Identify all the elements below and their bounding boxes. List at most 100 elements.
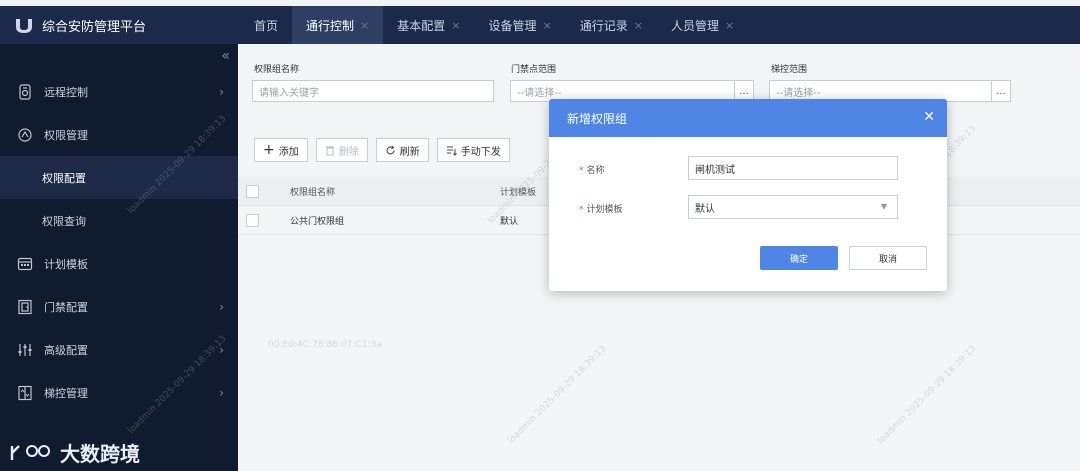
chevron-right-icon: › <box>219 342 224 357</box>
plus-icon: + <box>263 142 275 158</box>
more-icon[interactable]: ... <box>734 81 753 101</box>
brand-logo: 大数跨境 <box>10 438 140 467</box>
name-value: 闸机测试 <box>695 164 735 176</box>
trash-icon <box>325 146 334 155</box>
remote-control-icon <box>16 83 34 101</box>
close-icon[interactable]: × <box>634 19 643 32</box>
close-icon[interactable]: × <box>725 19 734 32</box>
delete-button[interactable]: 删除 <box>315 138 368 162</box>
tab-label: 人员管理 <box>670 18 719 33</box>
required-mark: * <box>579 205 584 215</box>
sidebar-item-label: 梯控管理 <box>44 386 88 400</box>
template-label-text: 计划模板 <box>586 205 623 215</box>
brand: 综合安防管理平台 <box>0 6 240 44</box>
collapse-icon[interactable]: « <box>221 48 230 64</box>
sidebar-item-elevator-management[interactable]: 梯控管理 › <box>0 371 238 414</box>
sidebar-item-permission-management[interactable]: 权限管理 <box>0 113 238 156</box>
sidebar-item-label: 权限配置 <box>42 171 86 185</box>
column-header-name: 权限组名称 <box>290 187 336 198</box>
sidebar-menu: 远程控制 › 权限管理 权限配置 权限查询 计划模板 门禁配置 › 高级配置 ›… <box>0 70 238 414</box>
close-icon[interactable]: × <box>543 19 552 32</box>
sidebar-item-remote-control[interactable]: 远程控制 › <box>0 70 238 113</box>
dialog-header: 新增权限组 ✕ <box>549 99 947 137</box>
logo-text: 大数跨境 <box>60 442 140 466</box>
tab-label: 首页 <box>254 18 279 33</box>
sidebar-item-door-config[interactable]: 门禁配置 › <box>0 285 238 328</box>
sidebar: « 远程控制 › 权限管理 权限配置 权限查询 计划模板 门禁配置 › 高级配置… <box>0 44 238 471</box>
column-header-template: 计划模板 <box>500 187 537 198</box>
brand-logo-icon <box>16 19 32 33</box>
sliders-icon <box>16 341 34 359</box>
tab-label: 通行记录 <box>579 18 628 33</box>
cancel-button[interactable]: 取消 <box>849 246 927 270</box>
app-title: 综合安防管理平台 <box>42 19 147 35</box>
permission-icon <box>16 126 34 144</box>
group-name-label: 权限组名称 <box>254 65 300 75</box>
row-checkbox[interactable] <box>246 213 259 227</box>
template-row: * 计划模板 默认 ▼ <box>549 195 947 221</box>
more-icon[interactable]: ... <box>991 81 1010 101</box>
sidebar-item-label: 远程控制 <box>44 85 88 99</box>
calendar-icon <box>16 255 34 273</box>
add-button[interactable]: + 添加 <box>254 138 308 162</box>
nav-tabs: 首页 通行控制 × 基本配置 × 设备管理 × 通行记录 × 人员管理 × <box>240 6 748 44</box>
template-label: * 计划模板 <box>579 202 623 215</box>
tab-home[interactable]: 首页 <box>240 6 292 44</box>
name-label: * 名称 <box>579 163 605 176</box>
tab-device-management[interactable]: 设备管理 × <box>474 6 565 44</box>
add-permission-group-dialog: 新增权限组 ✕ * 名称 闸机测试 * 计划模板 默认 ▼ 确定 取消 <box>549 99 947 291</box>
door-range-label: 门禁点范围 <box>511 65 557 75</box>
manual-issue-button[interactable]: 手动下发 <box>436 138 510 162</box>
sidebar-item-label: 高级配置 <box>44 343 88 357</box>
group-name-placeholder: 请输入关键字 <box>259 87 319 99</box>
select-all-checkbox[interactable] <box>246 184 259 198</box>
row-template: 默认 <box>500 216 519 227</box>
tab-label: 基本配置 <box>397 18 446 33</box>
sidebar-item-label: 计划模板 <box>44 257 88 271</box>
name-input[interactable]: 闸机测试 <box>688 156 898 180</box>
toolbar: + 添加 删除 刷新 手动下发 <box>254 138 510 162</box>
door-range-value: --请选择-- <box>517 87 562 99</box>
confirm-button[interactable]: 确定 <box>760 246 838 270</box>
tab-personnel-management[interactable]: 人员管理 × <box>657 6 748 44</box>
manual-issue-label: 手动下发 <box>460 146 501 158</box>
refresh-label: 刷新 <box>399 146 420 158</box>
refresh-icon <box>386 145 395 154</box>
sidebar-item-permission-query[interactable]: 权限查询 <box>0 199 238 242</box>
name-label-text: 名称 <box>586 166 605 176</box>
chevron-right-icon: › <box>219 84 224 99</box>
sidebar-item-label: 权限查询 <box>42 214 86 228</box>
dialog-title: 新增权限组 <box>567 111 628 126</box>
add-label: 添加 <box>278 146 299 158</box>
tab-access-records[interactable]: 通行记录 × <box>566 6 657 44</box>
caret-down-icon: ▼ <box>880 202 887 211</box>
elevator-range-value: --请选择-- <box>776 87 821 99</box>
group-name-input[interactable]: 请输入关键字 <box>252 80 494 102</box>
top-bar: 综合安防管理平台 首页 通行控制 × 基本配置 × 设备管理 × 通行记录 × 人员管理… <box>0 6 1080 44</box>
template-value: 默认 <box>695 203 715 215</box>
list-issue-icon <box>446 146 457 156</box>
elevator-icon <box>16 384 34 402</box>
sidebar-item-label: 门禁配置 <box>44 300 88 314</box>
chevron-right-icon: › <box>219 299 224 314</box>
sidebar-item-advanced-config[interactable]: 高级配置 › <box>0 328 238 371</box>
delete-label: 删除 <box>338 146 359 158</box>
tab-basic-config[interactable]: 基本配置 × <box>383 6 474 44</box>
close-icon[interactable]: × <box>360 19 369 32</box>
elevator-range-label: 梯控范围 <box>771 65 808 75</box>
sidebar-item-label: 权限管理 <box>44 128 88 142</box>
door-icon <box>16 298 34 316</box>
refresh-button[interactable]: 刷新 <box>375 138 429 162</box>
chevron-right-icon: › <box>219 385 224 400</box>
sidebar-item-permission-config[interactable]: 权限配置 <box>0 156 238 199</box>
required-mark: * <box>579 166 584 176</box>
tab-label: 通行控制 <box>306 18 355 33</box>
template-select[interactable]: 默认 ▼ <box>688 195 898 219</box>
tab-access-control[interactable]: 通行控制 × <box>292 6 384 44</box>
close-icon[interactable]: ✕ <box>923 109 935 125</box>
tab-label: 设备管理 <box>488 18 537 33</box>
row-name: 公共门权限组 <box>290 216 345 227</box>
close-icon[interactable]: × <box>451 19 460 32</box>
sidebar-item-plan-template[interactable]: 计划模板 <box>0 242 238 285</box>
brand-mark-icon <box>10 444 50 460</box>
